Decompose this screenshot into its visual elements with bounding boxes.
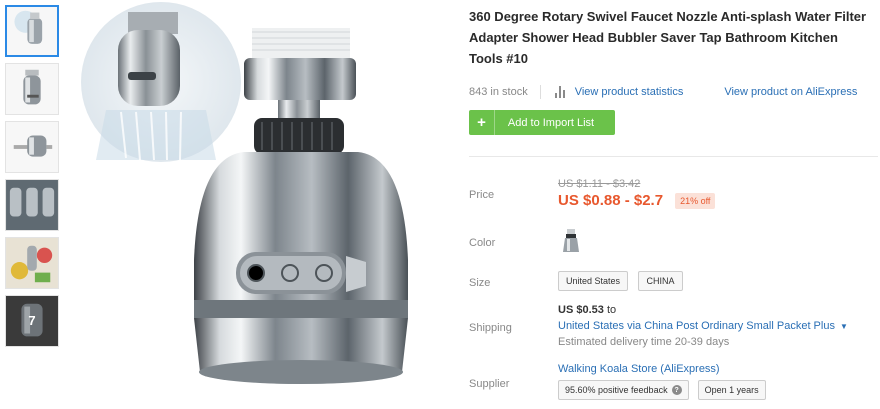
view-statistics-link[interactable]: View product statistics — [575, 86, 684, 98]
plus-icon: + — [469, 110, 495, 135]
faucet-swatch-icon[interactable] — [558, 228, 584, 256]
product-title: 360 Degree Rotary Swivel Faucet Nozzle A… — [469, 9, 867, 66]
thumbnail-strip: 7 — [5, 5, 59, 353]
shipping-label: Shipping — [469, 322, 512, 334]
product-meta: 843 in stock View product statistics Vie… — [469, 83, 880, 101]
thumbnail-2[interactable] — [5, 63, 59, 115]
section-divider — [469, 156, 878, 157]
color-label: Color — [469, 237, 496, 249]
shipping-price-suffix: to — [606, 304, 617, 316]
current-price: US $0.88 - $2.7 — [558, 192, 664, 209]
product-details: 360 Degree Rotary Swivel Faucet Nozzle A… — [469, 0, 880, 400]
shipping-price-value: US $0.53 — [558, 304, 604, 316]
add-to-import-list-label: Add to Import List — [507, 116, 595, 129]
shipping-price: US $0.53 to — [558, 304, 848, 316]
shipping-row: Shipping US $0.53 to United States via C… — [469, 304, 848, 348]
supplier-row: Supplier Walking Koala Store (AliExpress… — [469, 363, 775, 400]
size-option-united-states[interactable]: United States — [558, 271, 629, 291]
more-count: 7 — [28, 313, 36, 328]
meta-divider — [539, 85, 541, 99]
feedback-text: 95.60% positive feedback — [565, 385, 668, 395]
discount-badge: 21% off — [675, 192, 716, 209]
chevron-down-icon: ▼ — [839, 321, 848, 331]
thumbnail-5[interactable] — [5, 237, 59, 289]
bar-chart-icon — [554, 86, 567, 98]
view-on-aliexpress-link[interactable]: View product on AliExpress — [724, 86, 857, 98]
size-label: Size — [469, 277, 491, 289]
size-option-china[interactable]: CHINA — [638, 271, 683, 291]
thumbnail-1[interactable] — [5, 5, 59, 57]
shipping-method-dropdown[interactable]: United States via China Post Ordinary Sm… — [558, 320, 848, 332]
help-icon[interactable]: ? — [671, 385, 682, 395]
thumbnail-3[interactable] — [5, 121, 59, 173]
price-label: Price — [469, 189, 495, 201]
supplier-label: Supplier — [469, 378, 510, 390]
product-main-image — [81, 2, 408, 384]
stock-count: 843 in stock — [469, 86, 528, 98]
shipping-method: United States via China Post Ordinary Sm… — [558, 320, 835, 332]
color-row: Color — [469, 228, 584, 256]
price-row: Price US $1.11 - $3.42 US $0.88 - $2.7 2… — [469, 178, 716, 209]
original-price: US $1.11 - $3.42 — [558, 178, 641, 190]
supplier-store-link[interactable]: Walking Koala Store (AliExpress) — [558, 363, 775, 375]
thumbnail-more[interactable]: 7 — [5, 295, 59, 347]
thumbnail-4[interactable] — [5, 179, 59, 231]
add-to-import-list-button[interactable]: + Add to Import List — [469, 110, 615, 135]
size-row: Size United States CHINA — [469, 271, 689, 291]
delivery-estimate: Estimated delivery time 20-39 days — [558, 336, 730, 348]
feedback-badge: 95.60% positive feedback ? — [558, 380, 689, 400]
store-age-badge: Open 1 years — [697, 380, 766, 400]
